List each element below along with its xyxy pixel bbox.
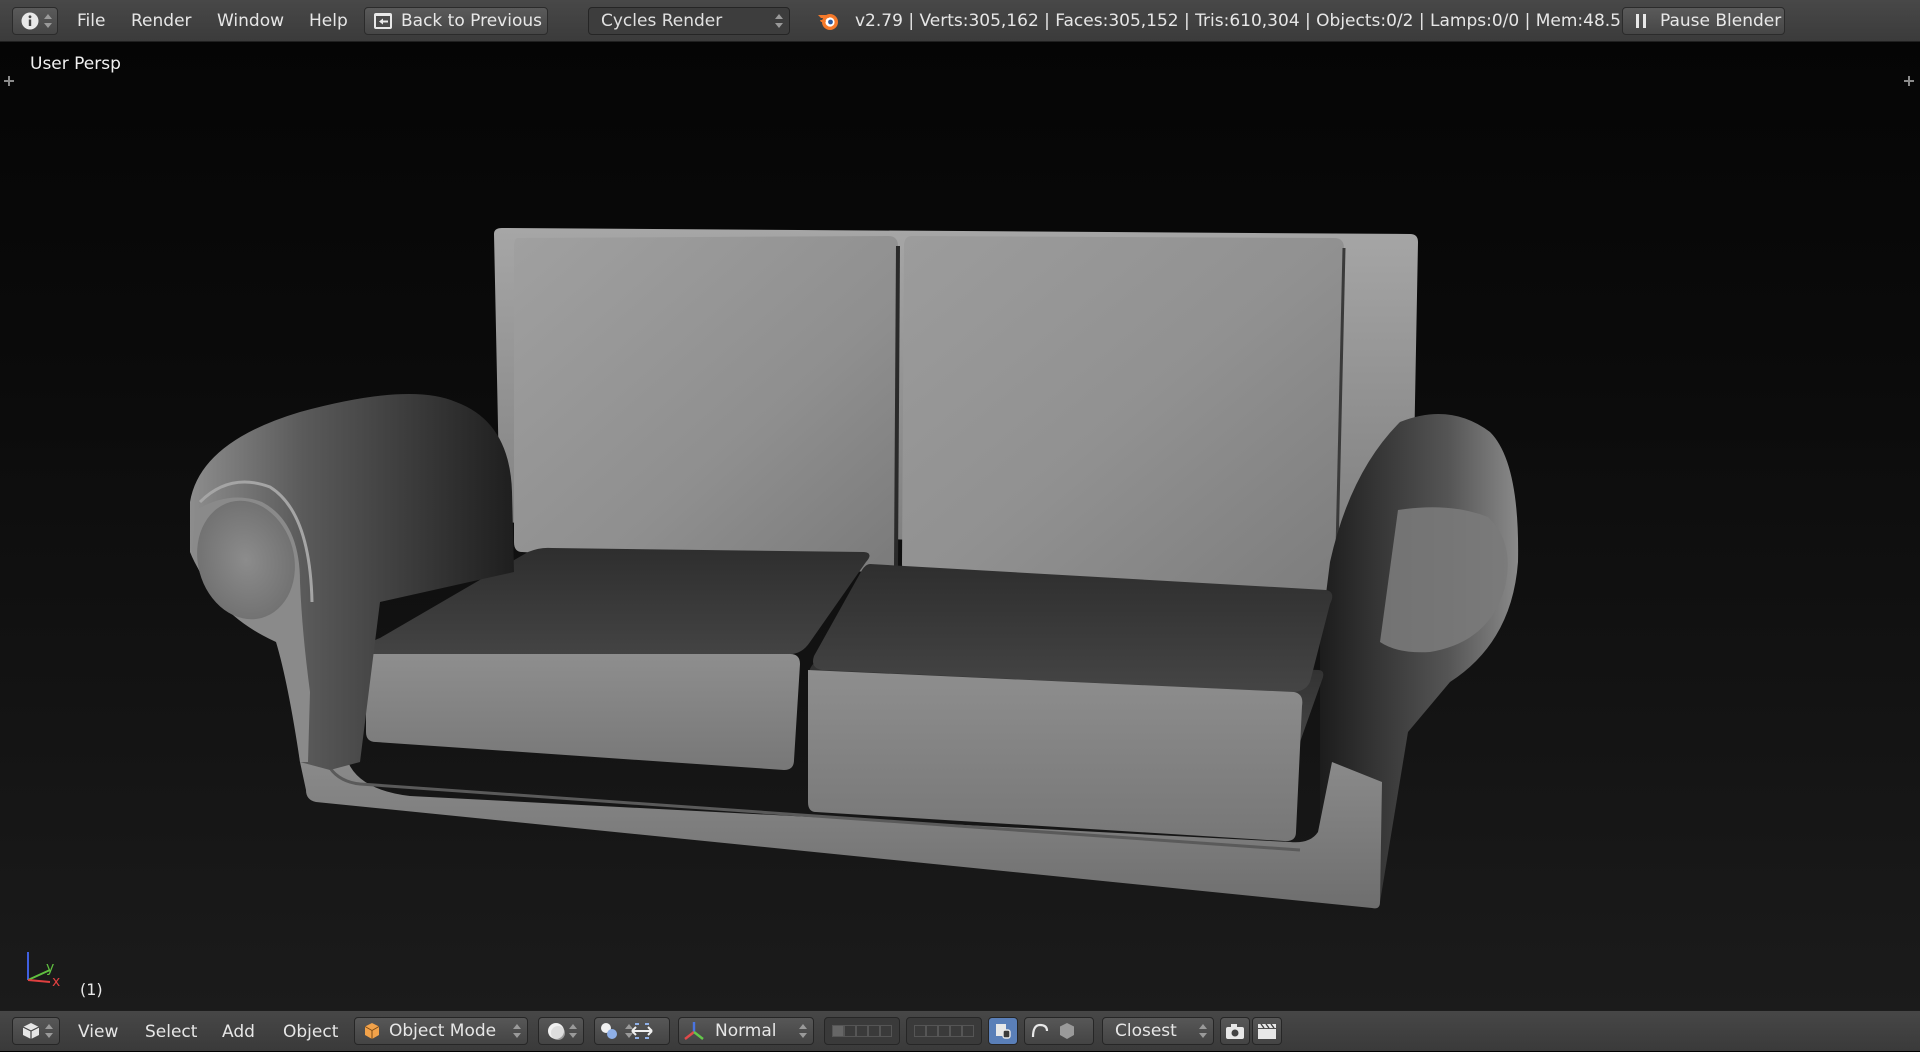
snap-element-icon [1060,1023,1074,1039]
bottom-header: View Select Add Object Object Mode Norma… [0,1010,1920,1051]
layer-grid-icon [914,1025,974,1037]
orientation-axes-icon [684,1022,704,1040]
editor-type-info-button[interactable] [12,7,58,35]
3d-viewport[interactable]: User Persp y x (1) [0,42,1920,1010]
back-screen-icon [374,13,392,29]
top-header: File Render Window Help Back to Previous… [0,0,1920,42]
render-engine-label: Cycles Render [601,11,723,31]
viewport-shading-select[interactable] [538,1017,584,1045]
editor-type-3dview-button[interactable] [12,1017,60,1045]
render-engine-select[interactable]: Cycles Render [588,7,790,35]
updown-arrows-icon [513,1023,521,1039]
layer-grid-icon [832,1025,892,1037]
proportional-edit-icon [1031,1023,1049,1038]
menu-window[interactable]: Window [217,0,284,42]
interaction-mode-select[interactable]: Object Mode [354,1017,528,1045]
updown-arrows-icon [775,13,783,29]
object-mode-cube-icon [364,1023,380,1039]
pause-icon [1636,14,1646,28]
solid-shading-sphere-icon [548,1023,565,1040]
updown-arrows-icon [45,1023,53,1039]
scene-statistics: v2.79 | Verts:305,162 | Faces:305,152 | … [855,11,1647,31]
pause-blender-label: Pause Blender [1660,11,1782,31]
layer-buttons-group-2[interactable] [906,1017,982,1045]
updown-arrows-icon [625,1023,633,1039]
clapperboard-icon [1258,1023,1276,1039]
proportional-editing-select[interactable] [1024,1017,1094,1045]
pause-blender-button[interactable]: Pause Blender [1622,7,1785,35]
camera-icon [1226,1024,1244,1039]
updown-arrows-icon [44,13,52,29]
updown-arrows-icon [1199,1023,1207,1039]
menu-help[interactable]: Help [309,0,348,42]
transform-manipulator-icon [631,1023,653,1039]
menu-view[interactable]: View [78,1011,118,1052]
menu-select[interactable]: Select [145,1011,197,1052]
render-animation-button[interactable] [1252,1017,1282,1045]
render-opengl-button[interactable] [1220,1017,1250,1045]
menu-file[interactable]: File [77,0,105,42]
transform-orientation-label: Normal [715,1021,777,1041]
layer-lock-icon [996,1024,1011,1039]
updown-arrows-icon [569,1023,577,1039]
axis-x-label: x [52,974,60,990]
snap-target-label: Closest [1115,1021,1177,1041]
axis-gizmo-icon: y x [27,952,60,990]
updown-arrows-icon [799,1023,807,1039]
blender-logo-icon [818,14,838,30]
back-to-previous-label: Back to Previous [401,11,542,31]
interaction-mode-label: Object Mode [389,1021,497,1041]
back-to-previous-button[interactable]: Back to Previous [364,7,548,35]
lock-layers-toggle[interactable] [988,1017,1018,1045]
3d-view-cube-icon [22,1023,40,1039]
snap-target-select[interactable]: Closest [1102,1017,1214,1045]
sofa-model[interactable] [0,42,1920,1010]
transform-orientation-select[interactable]: Normal [678,1017,814,1045]
pivot-point-select[interactable] [594,1017,670,1045]
menu-render[interactable]: Render [131,0,192,42]
menu-add[interactable]: Add [222,1011,255,1052]
menu-object[interactable]: Object [283,1011,338,1052]
current-frame-label: (1) [80,980,103,999]
info-icon [21,12,39,30]
layer-buttons-group-1[interactable] [824,1017,900,1045]
pivot-point-icon [601,1023,617,1039]
